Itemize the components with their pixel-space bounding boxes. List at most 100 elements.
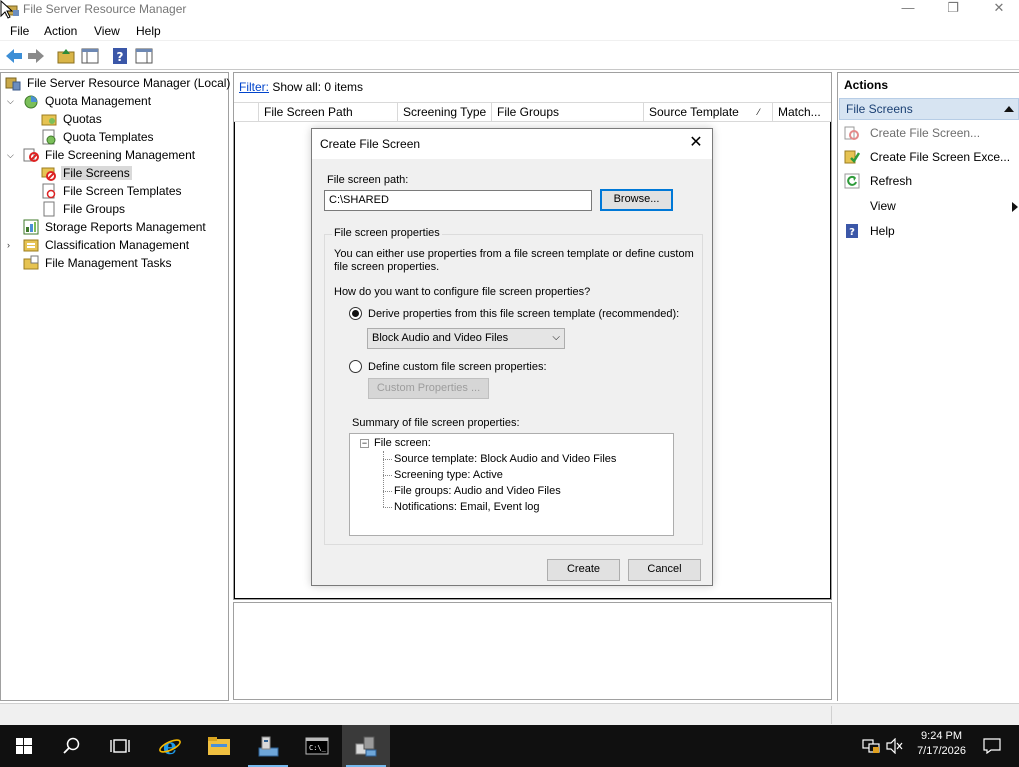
internet-explorer-button[interactable]: e (146, 725, 194, 767)
browse-button[interactable]: Browse... (600, 189, 673, 211)
menu-action[interactable]: Action (44, 24, 77, 38)
server-manager-icon (258, 736, 279, 757)
summary-label: Summary of file screen properties: (352, 417, 520, 429)
file-explorer-button[interactable] (195, 725, 243, 767)
show-hide-action-pane-icon[interactable] (134, 46, 154, 66)
help-icon: ? (846, 224, 858, 238)
command-prompt-button[interactable]: C:\_ (293, 725, 341, 767)
filter-bar: Filter: Show all: 0 items (239, 80, 363, 94)
tree-item-quota-management[interactable]: ⌵ Quota Management (7, 92, 153, 110)
actions-section-file-screens[interactable]: File Screens (839, 98, 1019, 120)
help-icon[interactable]: ? (110, 46, 130, 66)
collapse-minus-icon[interactable]: − (360, 439, 369, 448)
action-refresh[interactable]: Refresh (844, 171, 1018, 191)
description-line-1: You can either use properties from a fil… (334, 248, 694, 260)
tree-item-file-management-tasks[interactable]: File Management Tasks (23, 254, 174, 272)
tree-item-file-groups[interactable]: File Groups (41, 200, 127, 218)
tree-item-file-screening-management[interactable]: ⌵ File Screening Management (7, 146, 197, 164)
tree-item-quota-templates[interactable]: Quota Templates (41, 128, 156, 146)
fsrm-root-icon (5, 77, 21, 91)
action-help[interactable]: ? Help (844, 221, 1018, 241)
close-button[interactable]: ✕ (976, 0, 1019, 20)
template-select[interactable]: Block Audio and Video Files ⌵ (367, 328, 565, 349)
clock[interactable]: 9:24 PM 7/17/2026 (917, 729, 966, 759)
show-hide-tree-icon[interactable] (80, 46, 100, 66)
tree-item-root[interactable]: File Server Resource Manager (Local) (5, 74, 232, 92)
details-pane (233, 602, 832, 700)
filter-status: Show all: 0 items (269, 80, 364, 94)
action-create-file-screen[interactable]: Create File Screen... (844, 123, 1018, 143)
search-button[interactable] (48, 725, 96, 767)
back-arrow-icon[interactable] (4, 46, 24, 66)
file-groups-icon (43, 201, 55, 217)
sort-indicator-icon: ⁄ (758, 107, 760, 117)
chevron-down-icon[interactable]: ⌵ (7, 150, 17, 160)
cancel-button[interactable]: Cancel (628, 559, 701, 581)
filter-link[interactable]: Filter: (239, 80, 269, 94)
column-separator[interactable] (643, 103, 644, 121)
radio-derive-from-template[interactable] (349, 307, 362, 320)
tree-item-file-screen-templates[interactable]: File Screen Templates (41, 182, 184, 200)
command-prompt-icon: C:\_ (305, 737, 329, 755)
notifications-icon[interactable] (983, 738, 1001, 754)
fsrm-app-icon (355, 736, 377, 757)
action-create-file-screen-exception[interactable]: Create File Screen Exce... (844, 147, 1018, 167)
navigation-tree: File Server Resource Manager (Local) ⌵ Q… (0, 72, 232, 701)
create-exception-icon (844, 150, 860, 164)
restore-button[interactable]: ❐ (930, 0, 976, 20)
svg-text:?: ? (117, 50, 124, 64)
svg-text:?: ? (849, 227, 855, 238)
summary-screening-type: Screening type: Active (394, 469, 503, 481)
file-screen-path-input[interactable]: C:\SHARED (324, 190, 592, 211)
chevron-right-icon[interactable]: › (7, 240, 17, 250)
refresh-icon (844, 173, 860, 189)
column-separator[interactable] (772, 103, 773, 121)
minimize-button[interactable]: — (885, 0, 931, 20)
column-header-source-template[interactable]: Source Template (649, 105, 739, 119)
column-header-match[interactable]: Match... (778, 105, 821, 119)
summary-root: File screen: (374, 437, 431, 449)
quota-templates-icon (42, 129, 56, 145)
tree-item-quotas[interactable]: Quotas (41, 110, 104, 128)
column-separator[interactable] (397, 103, 398, 121)
column-header-screening-type[interactable]: Screening Type (403, 105, 486, 119)
create-file-screen-dialog: Create File Screen ✕ File screen path: C… (311, 128, 713, 586)
tree-item-classification[interactable]: › Classification Management (7, 236, 191, 254)
radio-define-custom[interactable] (349, 360, 362, 373)
custom-properties-button[interactable]: Custom Properties ... (368, 378, 489, 399)
start-button[interactable] (0, 725, 48, 767)
menu-file[interactable]: File (10, 24, 29, 38)
taskbar: e C:\_ 9:24 PM 7/17/2026 (0, 725, 1019, 767)
menu-help[interactable]: Help (136, 24, 161, 38)
summary-source-template: Source template: Block Audio and Video F… (394, 453, 617, 465)
tree-item-storage-reports[interactable]: Storage Reports Management (23, 218, 208, 236)
status-bar (0, 703, 1019, 725)
search-icon (63, 737, 80, 754)
column-separator[interactable] (491, 103, 492, 121)
menu-view[interactable]: View (94, 24, 120, 38)
chevron-down-icon[interactable]: ⌵ (7, 96, 17, 106)
fsrm-taskbar-button[interactable] (342, 725, 390, 767)
create-button[interactable]: Create (547, 559, 620, 581)
dialog-close-button[interactable]: ✕ (686, 133, 706, 153)
volume-muted-icon[interactable] (886, 738, 904, 754)
column-headers: File Screen Path Screening Type File Gro… (234, 102, 831, 122)
column-separator[interactable] (258, 103, 259, 121)
collapse-up-icon[interactable] (1004, 105, 1014, 113)
server-manager-button[interactable] (244, 725, 292, 767)
dialog-title: Create File Screen (320, 137, 421, 151)
network-icon[interactable] (862, 738, 880, 754)
windows-logo-icon (16, 738, 32, 754)
column-header-path[interactable]: File Screen Path (264, 105, 353, 119)
action-view[interactable]: View (844, 196, 1018, 216)
radio-custom-label[interactable]: Define custom file screen properties: (368, 361, 547, 373)
summary-notifications: Notifications: Email, Event log (394, 501, 540, 513)
radio-derive-label[interactable]: Derive properties from this file screen … (368, 308, 679, 320)
configure-question: How do you want to configure file screen… (334, 286, 591, 298)
task-view-button[interactable] (96, 725, 144, 767)
up-folder-icon[interactable] (56, 46, 76, 66)
file-screening-icon (23, 148, 39, 162)
tree-item-file-screens[interactable]: File Screens (41, 164, 132, 182)
column-header-file-groups[interactable]: File Groups (497, 105, 559, 119)
forward-arrow-icon[interactable] (26, 46, 46, 66)
